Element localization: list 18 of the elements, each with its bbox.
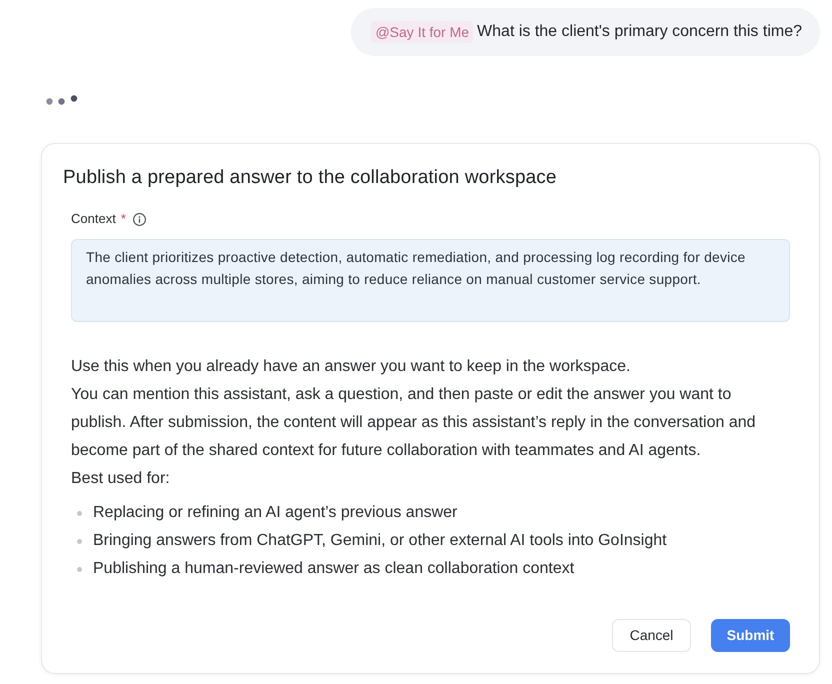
field-label: Context xyxy=(71,210,116,228)
bullet-icon xyxy=(77,566,82,572)
required-asterisk: * xyxy=(120,210,126,228)
description-text: You can mention this assistant, ask a question, and then paste or edit the answer you want to publish. After submission, the content will appear as this assistant’s reply in the conversation and become part of the shared context for future collaboration with teammates and AI agents. xyxy=(71,385,757,461)
list-item-text: Replacing or refining an AI agent’s previous answer xyxy=(93,503,458,523)
bullet-icon xyxy=(77,510,82,516)
submit-button[interactable]: Submit xyxy=(711,619,790,652)
info-icon[interactable] xyxy=(132,212,146,226)
context-textarea[interactable]: The client prioritizes proactive detection, automatic remediation, and processing log recording for device anomalies across multiple stores, aiming to reduce reliance on manual customer service support. xyxy=(71,239,790,322)
description-text: Use this when you already have an answer you want to keep in the workspace. xyxy=(71,357,632,377)
bullet-icon xyxy=(77,538,82,544)
description-text: Best used for: xyxy=(71,469,171,489)
dialog-title: Publish a prepared answer to the collaboration workspace xyxy=(63,166,558,190)
message-text: What is the client's primary concern this time? xyxy=(477,22,802,42)
list-item-text: Publishing a human-reviewed answer as clean collaboration context xyxy=(93,559,574,579)
typing-indicator-icon xyxy=(46,94,79,104)
cancel-button[interactable]: Cancel xyxy=(612,619,691,652)
list-item-text: Bringing answers from ChatGPT, Gemini, or other external AI tools into GoInsight xyxy=(93,531,667,551)
